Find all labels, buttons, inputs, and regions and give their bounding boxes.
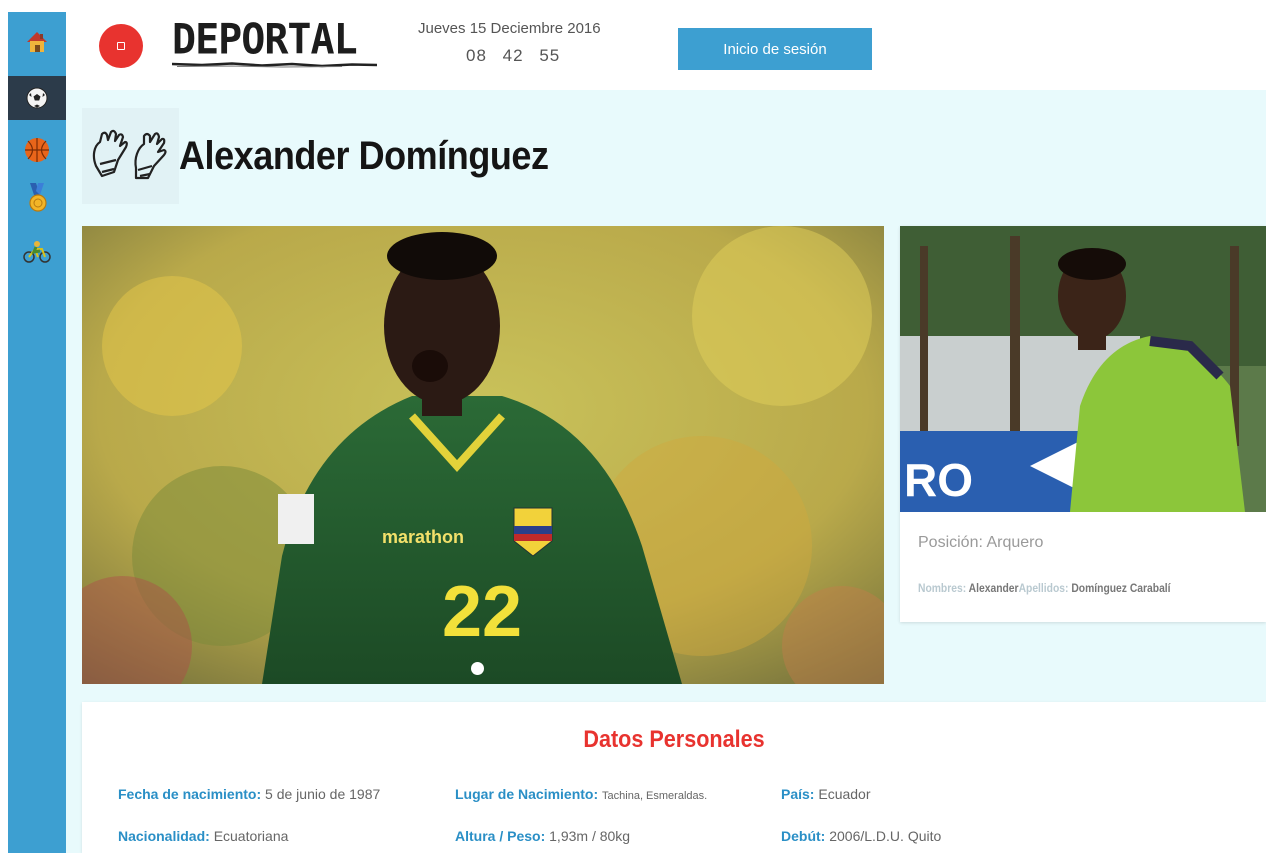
apellidos-label: Apellidos: (1018, 581, 1069, 595)
field-value: Tachina, Esmeraldas. (602, 790, 708, 802)
basketball-icon (25, 138, 49, 162)
field-label: Debút: (781, 828, 826, 844)
position-badge (82, 108, 179, 204)
section-title: Datos Personales (583, 726, 765, 753)
player-title: Alexander Domínguez (82, 108, 590, 204)
player-training-photo: RO (900, 226, 1266, 512)
clock-minutes: 42 (502, 46, 524, 65)
login-button[interactable]: Inicio de sesión (678, 28, 872, 70)
field-value: 1,93m / 80kg (549, 828, 631, 844)
site-logo[interactable]: DEPORTAL (172, 15, 377, 70)
svg-text:marathon: marathon (382, 527, 464, 547)
player-info-card: RO Posición: Arquero Nombres: AlexanderA… (900, 226, 1266, 622)
field-label: Lugar de Nacimiento: (455, 786, 599, 802)
clock-seconds: 55 (539, 46, 561, 65)
names-field: Nombres: AlexanderApellidos: Domínguez C… (918, 581, 1171, 595)
svg-text:22: 22 (442, 572, 522, 652)
debut-field: Debút: 2006/L.D.U. Quito (781, 828, 941, 844)
position-label: Posición: (918, 534, 983, 551)
sidebar-item-basketball[interactable] (8, 128, 66, 172)
field-value: 2006/L.D.U. Quito (829, 828, 942, 844)
birth-place-field: Lugar de Nacimiento: Tachina, Esmeraldas… (455, 786, 707, 802)
goalkeeper-gloves-icon (92, 129, 167, 180)
sidebar-item-football[interactable] (8, 76, 66, 120)
player-side-photo: RO (900, 226, 1266, 512)
medal-icon (29, 183, 47, 212)
player-photo-carousel[interactable]: marathon 22 (82, 226, 884, 684)
current-date: Jueves 15 Deciembre 2016 (418, 20, 601, 37)
field-label: País: (781, 786, 815, 802)
soccer-ball-icon (26, 87, 48, 109)
personal-data-section: Datos Personales Fecha de nacimiento: 5 … (82, 702, 1266, 853)
sports-sidebar (8, 12, 66, 853)
logo-text: DEPORTAL (172, 15, 358, 65)
sidebar-item-home[interactable] (8, 20, 66, 64)
carousel-indicators (450, 662, 484, 675)
birth-date-field: Fecha de nacimiento: 5 de junio de 1987 (118, 786, 380, 802)
nombres-value: Alexander (968, 581, 1019, 595)
nombres-label: Nombres: (918, 581, 967, 595)
field-value: Ecuatoriana (213, 828, 289, 844)
live-clock: 08 42 55 (466, 46, 560, 66)
player-profile: Alexander Domínguez marathon 22 RO Posic… (66, 90, 1266, 853)
player-hero-photo: marathon 22 (82, 226, 884, 684)
square-icon (117, 42, 125, 50)
position-value: Arquero (986, 534, 1044, 551)
player-name: Alexander Domínguez (179, 133, 549, 178)
clock-hours: 08 (466, 46, 487, 65)
svg-text:RO: RO (904, 454, 973, 506)
position-field: Posición: Arquero (918, 534, 1043, 552)
field-label: Fecha de nacimiento: (118, 786, 262, 802)
house-icon (27, 32, 47, 52)
top-header: DEPORTAL Jueves 15 Deciembre 2016 08 42 … (66, 0, 1266, 90)
menu-toggle-button[interactable] (99, 24, 143, 68)
field-value: Ecuador (818, 786, 871, 802)
cyclist-icon (23, 241, 51, 263)
logo-underline-decoration (172, 62, 377, 68)
field-label: Nacionalidad: (118, 828, 210, 844)
apellidos-value: Domínguez Carabalí (1071, 581, 1171, 595)
field-value: 5 de junio de 1987 (265, 786, 381, 802)
field-label: Altura / Peso: (455, 828, 546, 844)
country-field: País: Ecuador (781, 786, 871, 802)
sidebar-item-cycling[interactable] (8, 230, 66, 274)
sidebar-item-medals[interactable] (8, 176, 66, 220)
carousel-dot-2[interactable] (471, 662, 484, 675)
nationality-field: Nacionalidad: Ecuatoriana (118, 828, 288, 844)
height-weight-field: Altura / Peso: 1,93m / 80kg (455, 828, 630, 844)
